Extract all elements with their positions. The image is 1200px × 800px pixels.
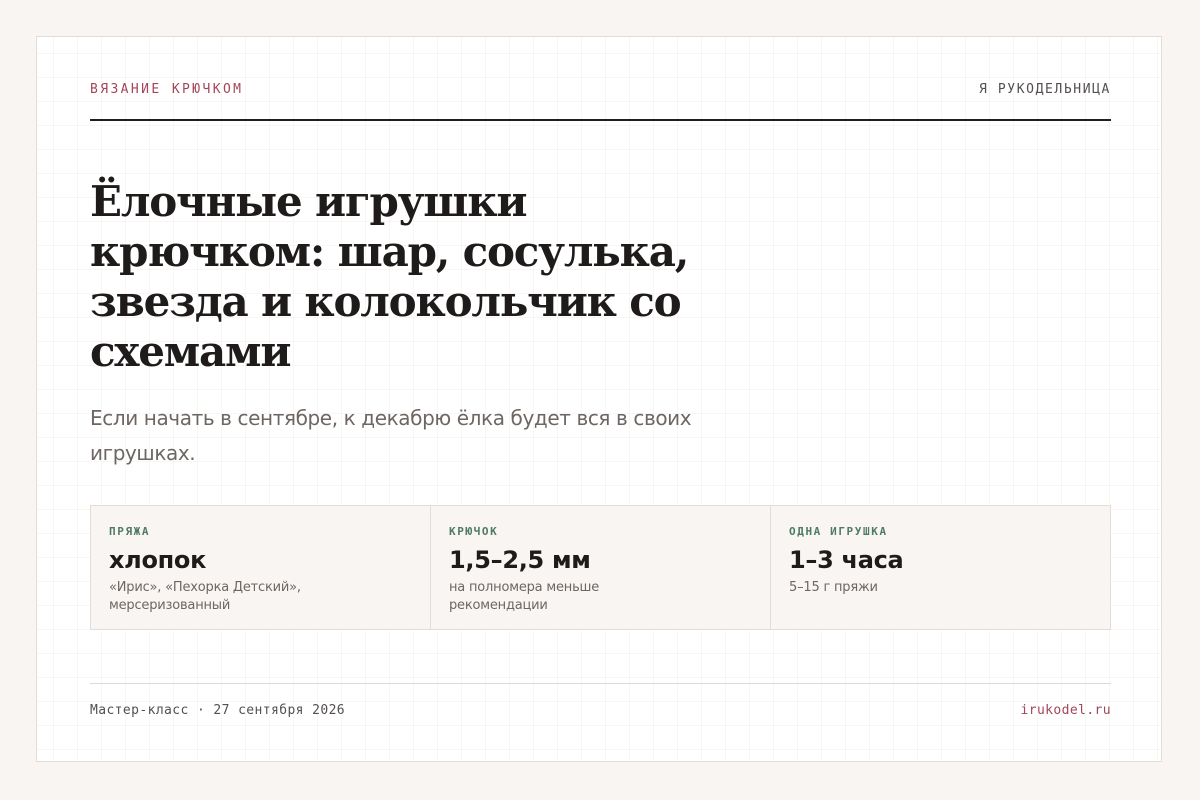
fact-value: 1–3 часа bbox=[789, 546, 904, 574]
fact-time: ОДНА ИГРУШКА 1–3 часа 5–15 г пряжи bbox=[771, 506, 1110, 629]
top-bar: ВЯЗАНИЕ КРЮЧКОМ Я РУКОДЕЛЬНИЦА bbox=[90, 82, 1111, 121]
fact-label: КРЮЧОК bbox=[449, 525, 499, 538]
fact-value: 1,5–2,5 мм bbox=[449, 546, 591, 574]
section-kicker[interactable]: ВЯЗАНИЕ КРЮЧКОМ bbox=[90, 82, 243, 97]
fact-hook: КРЮЧОК 1,5–2,5 мм на полномера меньше ре… bbox=[431, 506, 771, 629]
article-card: ВЯЗАНИЕ КРЮЧКОМ Я РУКОДЕЛЬНИЦА Ёлочные и… bbox=[36, 36, 1162, 762]
article-lead: Если начать в сентябре, к декабрю ёлка б… bbox=[90, 406, 692, 465]
site-link[interactable]: irukodel.ru bbox=[1021, 703, 1112, 718]
fact-note: на полномера меньше рекомендации bbox=[449, 580, 600, 613]
facts-panel: ПРЯЖА хлопок «Ирис», «Пехорка Детский», … bbox=[90, 505, 1111, 630]
fact-label: ПРЯЖА bbox=[109, 525, 151, 538]
fact-label: ОДНА ИГРУШКА bbox=[789, 525, 888, 538]
fact-yarn: ПРЯЖА хлопок «Ирис», «Пехорка Детский», … bbox=[91, 506, 431, 629]
article-title: Ёлочные игрушки крючком: шар, сосулька, … bbox=[90, 177, 689, 376]
footer: Мастер-класс · 27 сентября 2026 irukodel… bbox=[90, 683, 1111, 724]
site-name[interactable]: Я РУКОДЕЛЬНИЦА bbox=[979, 82, 1111, 97]
fact-value: хлопок bbox=[109, 546, 207, 574]
publication-date: Мастер-класс · 27 сентября 2026 bbox=[90, 703, 346, 718]
fact-note: «Ирис», «Пехорка Детский», мерсеризованн… bbox=[109, 580, 301, 613]
fact-note: 5–15 г пряжи bbox=[789, 580, 878, 595]
